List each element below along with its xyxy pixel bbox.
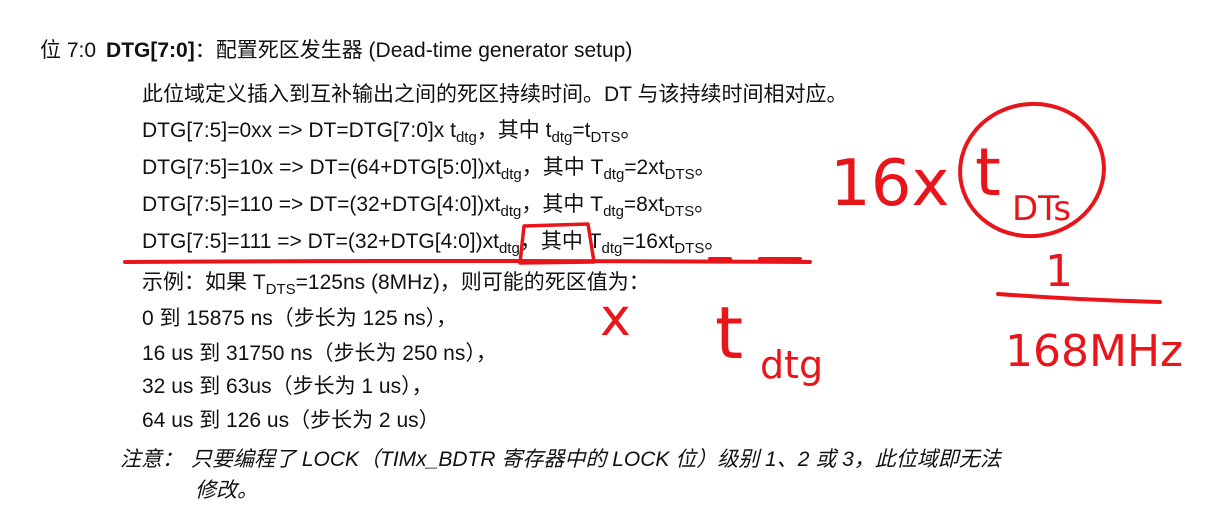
handwritten-numerator: 1 [1045, 246, 1073, 297]
range-item-2: 16 us 到 31750 ns（步长为 250 ns）， [142, 342, 497, 365]
handwritten-circled-sub: DTs [1012, 189, 1071, 229]
handwritten-circled-t: t [975, 134, 1001, 211]
range-item-1: 0 到 15875 ns（步长为 125 ns）， [142, 307, 458, 330]
formula-line-1: DTG[7:5]=0xx => DT=DTG[7:0]x tdtg，其中 tdt… [142, 119, 642, 146]
formula-line-2: DTG[7:5]=10x => DT=(64+DTG[5:0])xtdtg，其中… [142, 156, 716, 183]
note-label: 注意： [120, 448, 183, 471]
note-text: 只要编程了 LOCK（TIMx_BDTR 寄存器中的 LOCK 位）级别 1、2… [191, 448, 1001, 471]
formula-line-4: DTG[7:5]=111 => DT=(32+DTG[4:0])xtdtg，其中… [142, 230, 726, 257]
handwritten-denominator: 168MHz [1005, 326, 1183, 377]
example-line: 示例：如果 TDTS=125ns (8MHz)，则可能的死区值为： [142, 271, 650, 298]
note-continuation: 修改。 [195, 479, 258, 502]
note: 注意： 只要编程了 LOCK（TIMx_BDTR 寄存器中的 LOCK 位）级别 … [120, 447, 1130, 473]
field-title: ：配置死区发生器 (Dead-time generator setup) [194, 39, 633, 62]
range-item-4: 64 us 到 126 us（步长为 2 us） [142, 409, 440, 432]
range-item-3: 32 us 到 63us（步长为 1 us）， [142, 375, 433, 398]
fraction-bar-stroke [996, 292, 1162, 304]
handwritten-multiplier: 16x [830, 147, 949, 221]
handwritten-times: x [600, 288, 631, 348]
handwritten-tdtg-t: t [715, 291, 743, 375]
field-name: DTG[7:0] [106, 39, 195, 62]
field-description: 此位域定义插入到互补输出之间的死区持续时间。DT 与该持续时间相对应。 [142, 83, 848, 106]
circle-stroke [958, 101, 1106, 239]
bit-position: 位 7:0 [40, 39, 97, 62]
formula-line-3: DTG[7:5]=110 => DT=(32+DTG[4:0])xtdtg，其中… [142, 193, 716, 220]
register-field-heading: 位 7:0 DTG[7:0]：配置死区发生器 (Dead-time generat… [40, 38, 632, 64]
formula-underline-stroke [123, 259, 812, 264]
handwritten-tdtg-sub: dtg [760, 343, 823, 387]
